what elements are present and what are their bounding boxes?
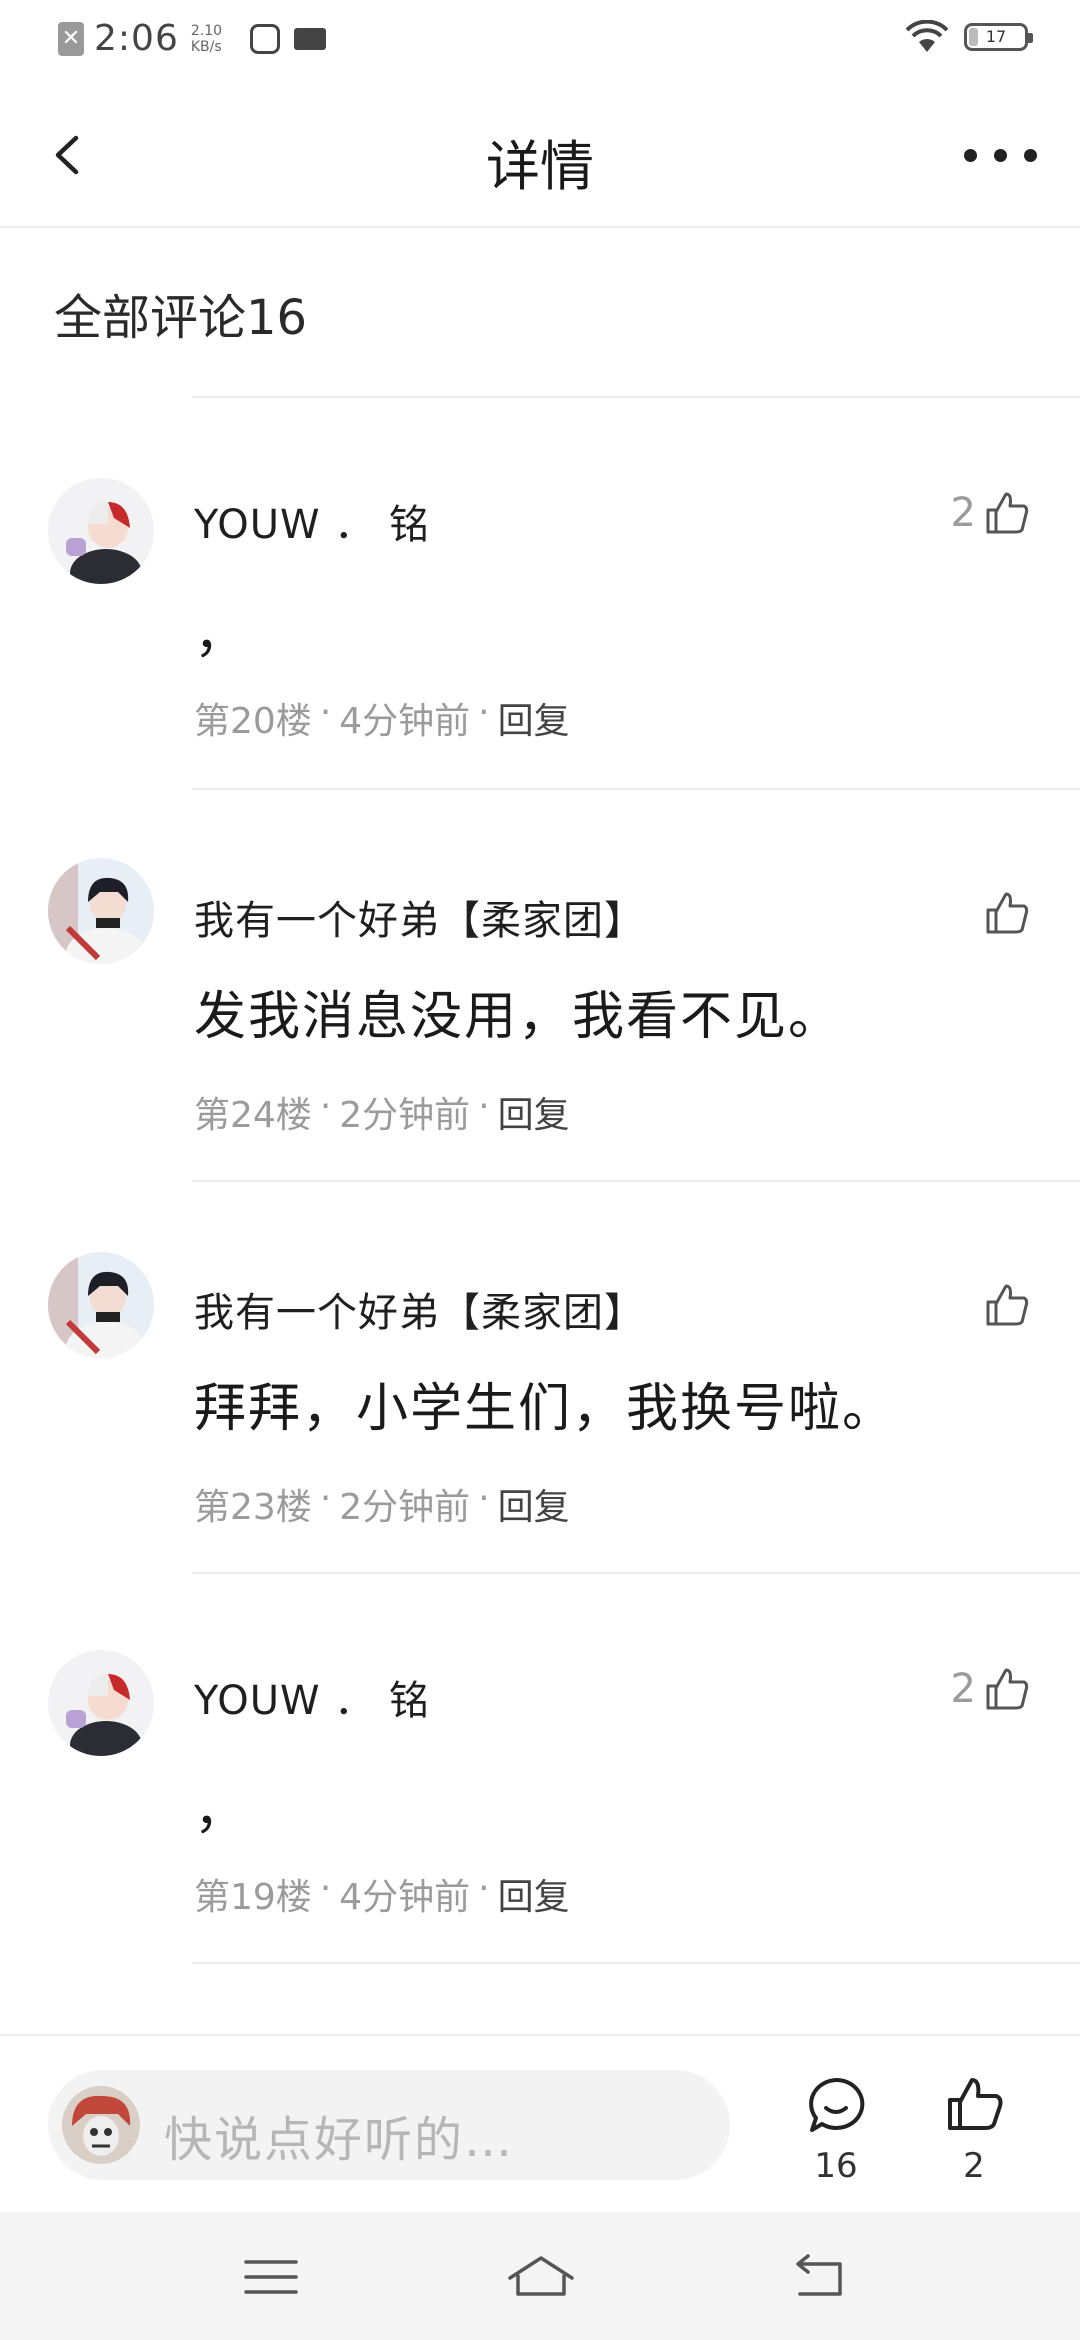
like-count: 2 <box>963 2146 985 2186</box>
more-dot-icon <box>964 149 977 162</box>
home-icon <box>508 2256 574 2296</box>
network-speed: 2.10 KB/s <box>191 23 222 55</box>
comment-floor: 第24楼 <box>194 1095 312 1136</box>
thumbs-up-icon <box>948 2078 1003 2130</box>
thumbs-up-icon <box>986 1668 1029 1710</box>
thumbs-up-icon <box>986 892 1029 934</box>
divider <box>192 1180 1080 1182</box>
avatar-skull-icon <box>62 2086 140 2164</box>
page-title: 详情 <box>486 135 594 198</box>
like-count: 2 <box>950 490 976 536</box>
comment-time: 2分钟前 <box>339 1487 471 1528</box>
avatar-red-white-hair-icon <box>48 1650 154 1756</box>
comment-count: 16 <box>814 2146 858 2186</box>
meta-separator: · <box>319 692 332 733</box>
avatar[interactable] <box>48 1650 154 1756</box>
comment-meta: 第24楼 · 2分钟前 · 回复 <box>194 1086 570 1138</box>
comment-author[interactable]: YOUW ． 铭 <box>194 492 430 550</box>
meta-separator: · <box>478 1868 490 1909</box>
reply-link[interactable]: 回复 <box>498 692 570 744</box>
comment-floor: 第19楼 <box>194 1877 312 1918</box>
battery-percent: 17 <box>985 27 1007 46</box>
comments-button[interactable]: 16 <box>786 2070 886 2190</box>
comment-author[interactable]: 我有一个好弟【柔家团】 <box>194 1280 645 1338</box>
avatar[interactable] <box>48 858 154 964</box>
thumbs-up-icon <box>986 1284 1029 1326</box>
divider <box>192 788 1080 790</box>
meta-separator: · <box>319 1478 332 1519</box>
notification-close-icon: ✕ <box>58 21 84 56</box>
divider <box>192 396 1080 398</box>
comment-input[interactable]: 快说点好听的… <box>48 2070 730 2180</box>
status-right: 17 <box>904 20 1033 54</box>
comment-time: 4分钟前 <box>339 1877 471 1918</box>
my-avatar <box>62 2086 140 2164</box>
comment-text: 拜拜，小学生们，我换号啦。 <box>194 1379 897 1439</box>
comment-item: YOUW ． 铭 2 ， 第19楼 · 4分钟前 · 回复 <box>0 1572 1080 1964</box>
menu-icon <box>244 2260 298 2294</box>
comment-time: 2分钟前 <box>339 1095 471 1136</box>
wifi-icon <box>905 20 949 52</box>
video-camera-icon <box>294 27 327 50</box>
avatar-red-white-hair-icon <box>48 478 154 584</box>
comment-floor: 第20楼 <box>194 701 312 742</box>
menu-button[interactable] <box>226 2242 316 2312</box>
like-button[interactable] <box>976 1280 1032 1330</box>
back-nav-button[interactable] <box>776 2242 866 2312</box>
comment-text: ， <box>194 605 249 665</box>
comment-input-placeholder: 快说点好听的… <box>164 2112 515 2168</box>
return-icon <box>796 2254 842 2296</box>
like-count: 2 <box>950 1666 976 1712</box>
status-bar: ✕ 2:06 2.10 KB/s 17 <box>0 0 1080 84</box>
avatar[interactable] <box>48 478 154 584</box>
comment-item: 我有一个好弟【柔家团】 发我消息没用，我看不见。 第24楼 · 2分钟前 · 回… <box>0 788 1080 1180</box>
like-post-button[interactable]: 2 <box>924 2070 1024 2190</box>
comment-item: 我有一个好弟【柔家团】 拜拜，小学生们，我换号啦。 第23楼 · 2分钟前 · … <box>0 1180 1080 1572</box>
reply-link[interactable]: 回复 <box>498 1868 570 1920</box>
meta-separator: · <box>478 692 490 733</box>
top-nav: 详情 <box>0 84 1080 228</box>
comment-text: 发我消息没用，我看不见。 <box>194 987 843 1047</box>
divider <box>192 1962 1080 1964</box>
avatar-black-hair-icon <box>48 858 154 964</box>
comment-bubble-icon <box>809 2077 865 2132</box>
comment-author[interactable]: YOUW ． 铭 <box>194 1668 430 1726</box>
comment-meta: 第20楼 · 4分钟前 · 回复 <box>194 692 570 744</box>
battery-tip <box>1028 33 1033 43</box>
comment-author[interactable]: 我有一个好弟【柔家团】 <box>194 888 645 946</box>
meta-separator: · <box>319 1868 332 1909</box>
comment-meta: 第23楼 · 2分钟前 · 回复 <box>194 1478 570 1530</box>
comment-text: ， <box>194 1781 249 1841</box>
bottom-action-bar: 快说点好听的… 16 2 <box>0 2034 1080 2214</box>
status-time: 2:06 <box>94 18 179 59</box>
divider <box>192 1572 1080 1574</box>
comment-time: 4分钟前 <box>339 701 471 742</box>
comment-floor: 第23楼 <box>194 1487 312 1528</box>
status-left: ✕ 2:06 2.10 KB/s <box>58 18 327 59</box>
reply-link[interactable]: 回复 <box>498 1086 570 1138</box>
comment-item: YOUW ． 铭 2 ， 第20楼 · 4分钟前 · 回复 <box>0 396 1080 788</box>
meta-separator: · <box>478 1478 490 1519</box>
app-notification-icon <box>250 23 281 54</box>
network-speed-unit: KB/s <box>190 38 222 55</box>
system-nav-bar <box>0 2212 1080 2340</box>
avatar[interactable] <box>48 1252 154 1358</box>
meta-separator: · <box>319 1086 332 1127</box>
battery-icon: 17 <box>964 23 1033 51</box>
network-speed-value: 2.10 <box>190 22 223 39</box>
meta-separator: · <box>478 1086 490 1127</box>
comment-meta: 第19楼 · 4分钟前 · 回复 <box>194 1868 570 1920</box>
like-button[interactable] <box>976 888 1032 938</box>
comments-count-heading: 全部评论16 <box>54 290 308 346</box>
like-button[interactable]: 2 <box>951 488 1032 538</box>
more-dot-icon <box>994 149 1007 162</box>
more-options-button[interactable] <box>962 134 1042 174</box>
thumbs-up-icon <box>986 492 1029 534</box>
like-button[interactable]: 2 <box>951 1664 1032 1714</box>
reply-link[interactable]: 回复 <box>498 1478 570 1530</box>
home-button[interactable] <box>496 2242 586 2312</box>
avatar-black-hair-icon <box>48 1252 154 1358</box>
more-dot-icon <box>1024 149 1037 162</box>
